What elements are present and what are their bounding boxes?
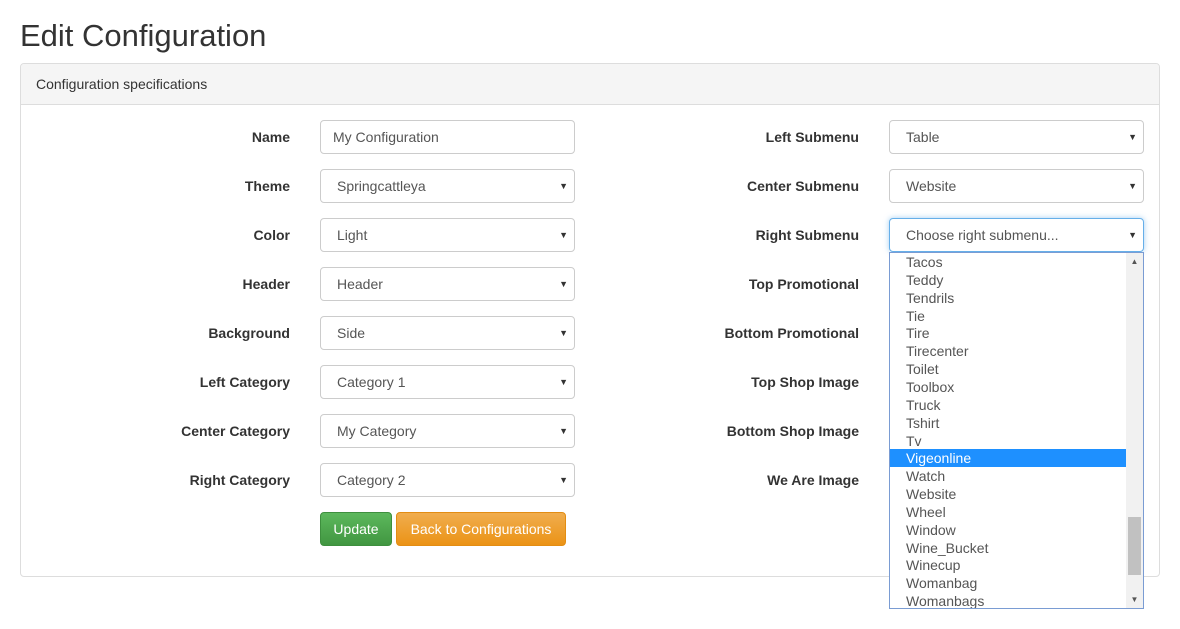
bottom-promotional-label: Bottom Promotional [724, 325, 859, 341]
back-to-configurations-button[interactable]: Back to Configurations [396, 512, 566, 546]
color-select[interactable]: Light ▼ [320, 218, 575, 252]
right-submenu-select[interactable]: Choose right submenu... ▼ [889, 218, 1144, 252]
theme-label: Theme [244, 178, 290, 194]
right-category-select[interactable]: Category 2 ▼ [320, 463, 575, 497]
caret-down-icon: ▼ [1128, 230, 1137, 240]
dropdown-option[interactable]: Tie [890, 307, 1126, 325]
dropdown-option[interactable]: Teddy [890, 271, 1126, 289]
dropdown-option[interactable]: Tire [890, 324, 1126, 342]
caret-down-icon: ▼ [1128, 181, 1137, 191]
dropdown-option[interactable]: Watch [890, 467, 1126, 485]
dropdown-option[interactable]: Window [890, 521, 1126, 539]
dropdown-option[interactable]: Womanbags [890, 592, 1126, 608]
we-are-image-label: We Are Image [767, 472, 859, 488]
top-promotional-label: Top Promotional [748, 276, 859, 292]
center-category-value: My Category [337, 423, 417, 439]
center-submenu-value: Website [906, 178, 957, 194]
name-value: My Configuration [333, 129, 439, 145]
header-label: Header [242, 276, 290, 292]
theme-select[interactable]: Springcattleya ▼ [320, 169, 575, 203]
name-label: Name [251, 129, 290, 145]
left-category-select[interactable]: Category 1 ▼ [320, 365, 575, 399]
dropdown-option[interactable]: Wine_Bucket [890, 539, 1126, 557]
dropdown-option[interactable]: Toolbox [890, 378, 1126, 396]
dropdown-option[interactable]: Womanbag [890, 574, 1126, 592]
theme-value: Springcattleya [337, 178, 426, 194]
center-submenu-label: Center Submenu [746, 178, 859, 194]
scroll-down-icon[interactable]: ▼ [1126, 591, 1143, 608]
left-submenu-select[interactable]: Table ▼ [889, 120, 1144, 154]
background-label: Background [208, 325, 290, 341]
dropdown-option[interactable]: Tendrils [890, 289, 1126, 307]
right-submenu-dropdown-list[interactable]: Tacos Teddy Tendrils Tie Tire Tirecenter Toile… [889, 252, 1144, 609]
dropdown-option[interactable]: Winecup [890, 556, 1126, 574]
page-title: Edit Configuration [20, 18, 267, 53]
left-category-label: Left Category [199, 374, 290, 390]
dropdown-option[interactable]: Tacos [890, 253, 1126, 271]
color-label: Color [253, 227, 290, 243]
panel-heading: Configuration specifications [21, 64, 1159, 105]
right-category-value: Category 2 [337, 472, 406, 488]
right-submenu-label: Right Submenu [755, 227, 859, 243]
dropdown-scrollbar[interactable]: ▲ ▼ [1126, 253, 1143, 608]
left-submenu-label: Left Submenu [765, 129, 859, 145]
background-select[interactable]: Side ▼ [320, 316, 575, 350]
name-input[interactable]: My Configuration [320, 120, 575, 154]
center-submenu-select[interactable]: Website ▼ [889, 169, 1144, 203]
left-category-value: Category 1 [337, 374, 406, 390]
right-submenu-value: Choose right submenu... [906, 227, 1059, 243]
caret-down-icon: ▼ [1128, 132, 1137, 142]
dropdown-option[interactable]: Website [890, 485, 1126, 503]
header-value: Header [337, 276, 383, 292]
center-category-label: Center Category [181, 423, 290, 439]
dropdown-option[interactable]: Vigeonline [890, 449, 1126, 468]
dropdown-option[interactable]: Tv [890, 432, 1126, 450]
center-category-select[interactable]: My Category ▼ [320, 414, 575, 448]
right-category-label: Right Category [189, 472, 290, 488]
header-select[interactable]: Header ▼ [320, 267, 575, 301]
background-value: Side [337, 325, 366, 341]
dropdown-option[interactable]: Toilet [890, 360, 1126, 378]
top-shop-image-label: Top Shop Image [751, 374, 859, 390]
update-button[interactable]: Update [320, 512, 392, 546]
scroll-up-icon[interactable]: ▲ [1126, 253, 1143, 270]
dropdown-option[interactable]: Truck [890, 396, 1126, 414]
bottom-shop-image-label: Bottom Shop Image [726, 423, 859, 439]
color-value: Light [337, 227, 368, 243]
left-submenu-value: Table [906, 129, 940, 145]
dropdown-option[interactable]: Tshirt [890, 414, 1126, 432]
scroll-thumb[interactable] [1128, 517, 1141, 575]
dropdown-option[interactable]: Tirecenter [890, 342, 1126, 360]
dropdown-option[interactable]: Wheel [890, 503, 1126, 521]
